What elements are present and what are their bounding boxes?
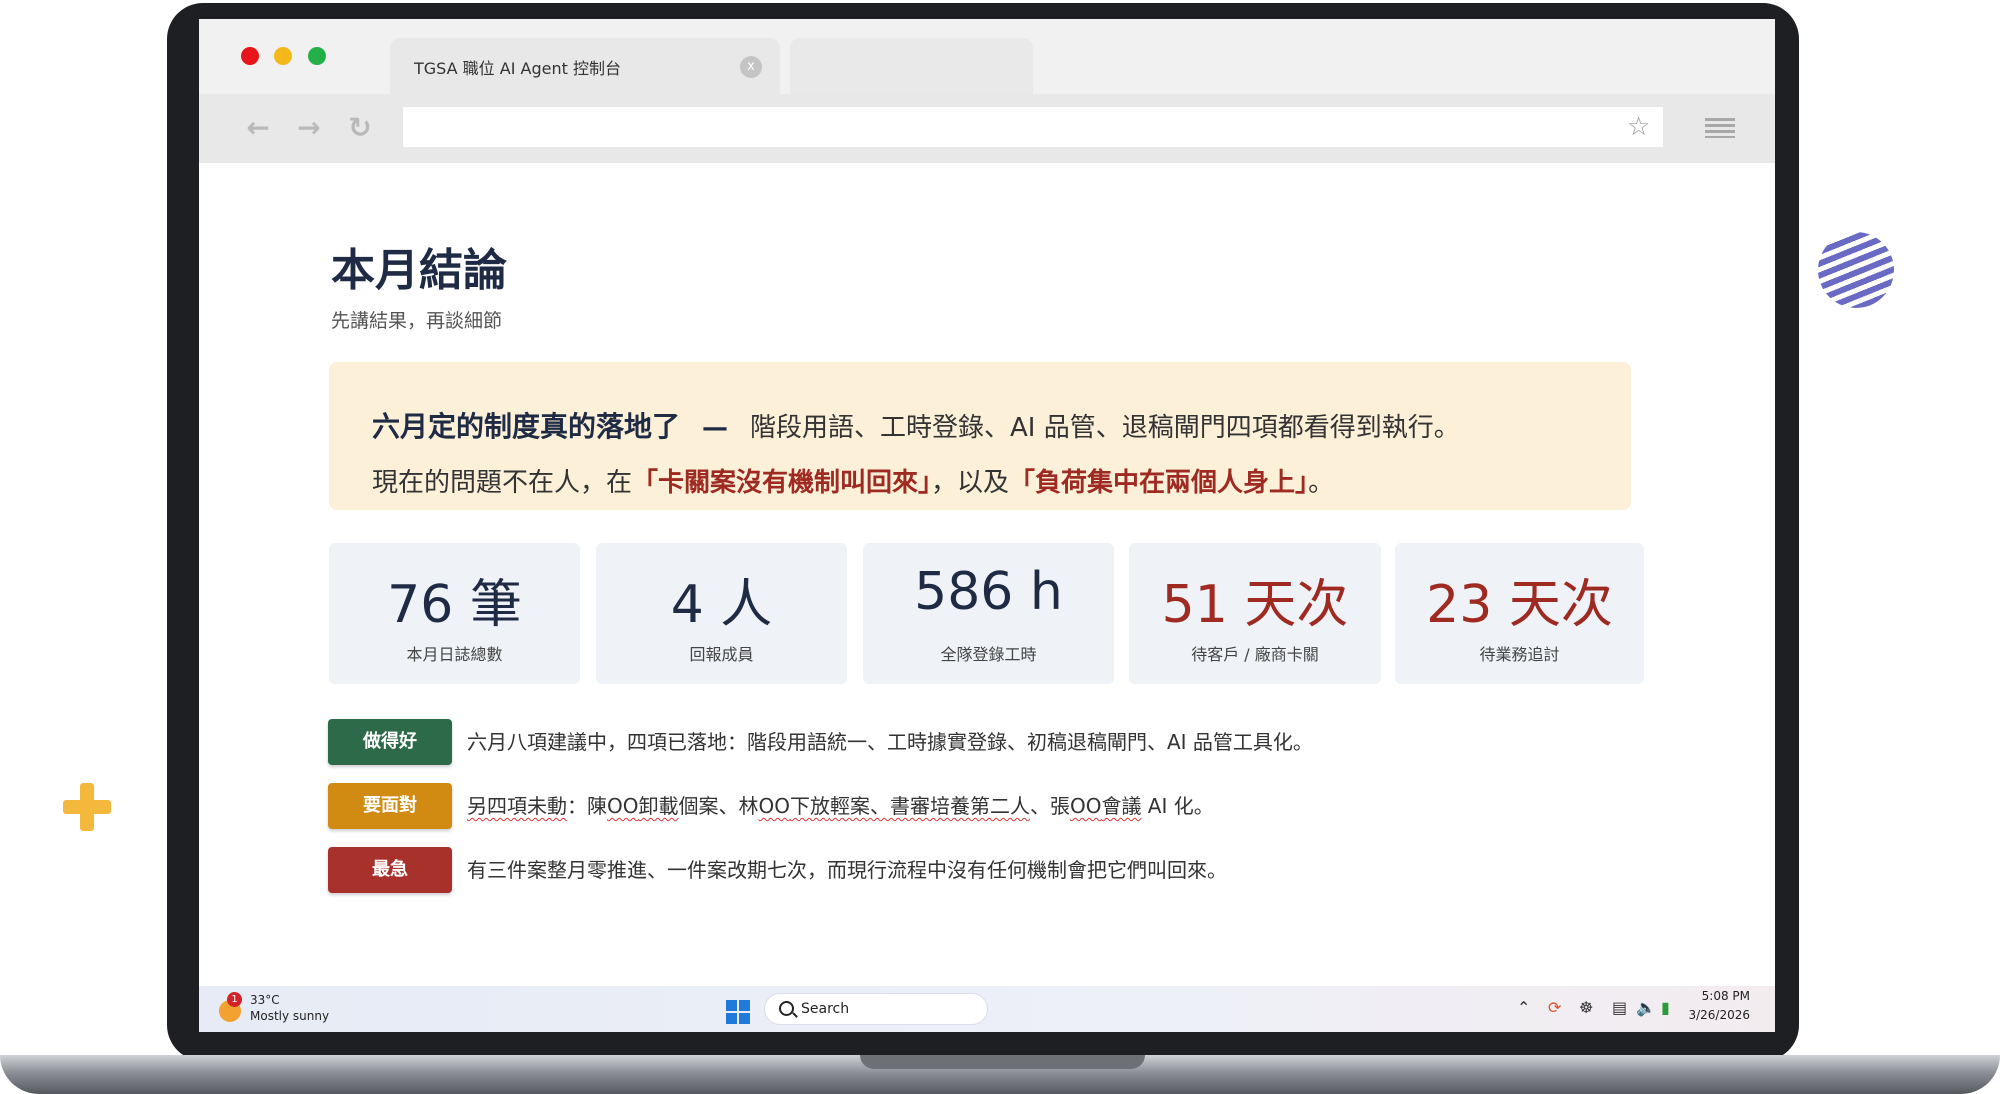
bookmark-star-icon[interactable]: ☆ [1627, 109, 1650, 145]
address-bar-input[interactable] [403, 107, 1663, 147]
summary-highlight-load-concentration: 「負荷集中在兩個人身上」 [1009, 468, 1309, 498]
summary-line-2-suffix: 。 [1308, 468, 1335, 498]
stat-value: 23 天次 [1426, 575, 1613, 635]
stat-value: 51 天次 [1161, 575, 1349, 635]
tab-title: TGSA 職位 AI Agent 控制台 [414, 59, 621, 78]
stat-card-logs: 76 筆 本月日誌總數 [329, 543, 580, 684]
summary-callout: 六月定的制度真的落地了 — 階段用語、工時登錄、AI 品管、退稿閘門四項都看得到執行… [329, 362, 1631, 510]
summary-line-2: 現在的問題不在人，在「卡關案沒有機制叫回來」，以及「負荷集中在兩個人身上」。 [372, 462, 1334, 499]
item-to-face-text: 另四項未動：陳OO卸載個案、林OO下放輕案、書審培養第二人、張OO會議 AI 化… [467, 783, 1214, 829]
text-part: 下放 [789, 794, 830, 818]
forward-arrow-icon[interactable]: → [292, 111, 326, 145]
stat-label: 回報成員 [689, 645, 754, 664]
stat-value: 586 h [914, 562, 1063, 622]
stat-value: 4 人 [670, 575, 773, 635]
taskbar-search-box[interactable]: Search [764, 993, 988, 1025]
browser-toolbar: ← → ↻ ☆ [199, 94, 1775, 163]
windows-taskbar: 1 33°C Mostly sunny Search ⌃ ⟳ ☸ ▤ 🔈 ▮ 5… [199, 986, 1775, 1032]
laptop-screen: TGSA 職位 AI Agent 控制台 x ← → ↻ ☆ 本月結論 先講結果… [199, 19, 1775, 1032]
stat-card-members: 4 人 回報成員 [596, 543, 847, 684]
text-part: 另四項未動 [467, 794, 567, 818]
stat-card-client-blocked: 51 天次 待客戶 / 廠商卡關 [1129, 543, 1381, 684]
browser-tab-bar: TGSA 職位 AI Agent 控制台 x [199, 19, 1775, 94]
window-maximize-dot[interactable] [308, 47, 326, 65]
page-subtitle: 先講結果，再談細節 [331, 310, 503, 332]
browser-tab-new[interactable] [790, 38, 1033, 94]
browser-tab-active[interactable]: TGSA 職位 AI Agent 控制台 x [390, 38, 780, 94]
network-icon[interactable]: ▤ [1612, 998, 1627, 1017]
decorative-plus-icon [63, 783, 111, 831]
text-part: ：陳 [567, 794, 607, 818]
reload-icon[interactable]: ↻ [343, 111, 377, 145]
search-icon [779, 1001, 794, 1016]
text-part: 會議 [1101, 794, 1142, 818]
text-part: OO [607, 794, 639, 818]
stat-label: 待業務追討 [1479, 645, 1560, 664]
weather-temperature[interactable]: 33°C [250, 993, 280, 1007]
language-icon[interactable]: ☸ [1579, 998, 1593, 1017]
tag-to-face: 要面對 [328, 783, 452, 829]
text-part: OO [758, 794, 790, 818]
page-title: 本月結論 [331, 245, 507, 296]
sync-icon[interactable]: ⟳ [1548, 998, 1561, 1017]
tag-done-well: 做得好 [328, 719, 452, 765]
windows-start-icon[interactable] [726, 1000, 750, 1024]
summary-highlight-stuck-cases: 「卡關案沒有機制叫回來」 [632, 468, 932, 498]
text-part: 輕案、書審培養第二人 [829, 794, 1030, 818]
summary-dash: — [702, 413, 729, 443]
battery-icon[interactable]: ▮ [1661, 998, 1670, 1017]
summary-line-1-text: 階段用語、工時登錄、AI 品管、退稿閘門四項都看得到執行。 [750, 413, 1460, 443]
stat-label: 本月日誌總數 [406, 645, 503, 664]
clock-date[interactable]: 3/26/2026 [1674, 1008, 1750, 1022]
summary-line-1: 六月定的制度真的落地了 — 階段用語、工時登錄、AI 品管、退稿閘門四項都看得到執行… [372, 405, 1460, 445]
tag-most-urgent: 最急 [328, 847, 452, 893]
text-part: AI 化。 [1141, 794, 1214, 818]
taskbar-search-label: Search [801, 1001, 850, 1017]
stat-label: 待客戶 / 廠商卡關 [1191, 645, 1319, 664]
item-done-well-text: 六月八項建議中，四項已落地：階段用語統一、工時據實登錄、初稿退稿閘門、AI 品管… [467, 730, 1313, 754]
tab-close-button[interactable]: x [740, 56, 762, 78]
laptop-notch [860, 1055, 1145, 1069]
clock-time[interactable]: 5:08 PM [1674, 989, 1750, 1003]
browser-menu-icon[interactable] [1705, 118, 1735, 138]
text-part: 、張 [1029, 794, 1070, 818]
back-arrow-icon[interactable]: ← [241, 111, 275, 145]
stat-value: 76 筆 [387, 575, 522, 635]
stat-label: 全隊登錄工時 [940, 645, 1037, 664]
summary-line-2-mid: ，以及 [931, 468, 1010, 498]
volume-icon[interactable]: 🔈 [1636, 998, 1656, 1017]
text-part: OO [1069, 794, 1102, 818]
item-most-urgent-text: 有三件案整月零推進、一件案改期七次，而現行流程中沒有任何機制會把它們叫回來。 [467, 858, 1227, 882]
window-minimize-dot[interactable] [274, 47, 292, 65]
stat-card-sales-followup: 23 天次 待業務追討 [1395, 543, 1644, 684]
text-part: 卸載 [638, 794, 679, 818]
chevron-up-icon[interactable]: ⌃ [1517, 998, 1530, 1017]
weather-description[interactable]: Mostly sunny [250, 1009, 329, 1023]
text-part: 個案、林 [678, 794, 759, 818]
weather-alert-badge: 1 [227, 992, 242, 1007]
summary-headline: 六月定的制度真的落地了 [372, 410, 681, 443]
window-close-dot[interactable] [241, 47, 259, 65]
stat-card-hours: 586 h 全隊登錄工時 [863, 543, 1114, 684]
summary-line-2-prefix: 現在的問題不在人，在 [372, 468, 633, 498]
decorative-striped-circle [1818, 232, 1894, 308]
